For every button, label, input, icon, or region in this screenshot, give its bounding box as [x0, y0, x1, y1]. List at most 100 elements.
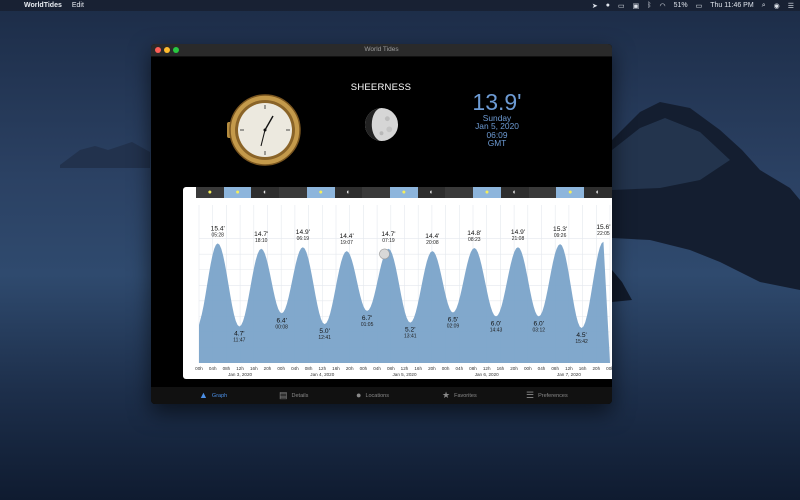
- hour-tick-label: 16h: [414, 366, 422, 371]
- graph-icon: ▲: [199, 390, 208, 400]
- low-tide-label: 5.2': [405, 327, 415, 334]
- high-tide-time: 18:10: [255, 238, 268, 244]
- hour-tick-label: 08h: [305, 366, 313, 371]
- title-bar[interactable]: World Tides: [151, 44, 612, 57]
- tab-label: Favorites: [454, 392, 477, 399]
- hour-tick-label: 08h: [469, 366, 477, 371]
- day-label: Jan 4, 2020: [310, 372, 334, 377]
- hour-tick-label: 12h: [401, 366, 409, 371]
- low-tide-label: 5.0': [319, 328, 329, 335]
- moon-phase-icon: [364, 107, 399, 142]
- edit-menu[interactable]: Edit: [72, 2, 84, 9]
- hour-tick-label: 08h: [551, 366, 559, 371]
- hour-tick-label: 00h: [360, 366, 368, 371]
- high-tide-label: 14.7': [254, 231, 268, 238]
- high-tide-time: 08:23: [468, 237, 481, 243]
- low-tide-label: 6.7': [362, 315, 372, 322]
- hour-tick-label: 16h: [250, 366, 258, 371]
- high-tide-time: 22:05: [597, 231, 610, 237]
- low-tide-label: 6.0': [534, 320, 544, 327]
- low-tide-label: 4.7': [234, 330, 244, 337]
- hour-tick-label: 08h: [387, 366, 395, 371]
- high-tide-label: 15.3': [553, 226, 567, 233]
- high-tide-time: 09:26: [554, 233, 567, 239]
- high-tide-label: 14.7': [381, 231, 395, 238]
- low-tide-time: 12:41: [318, 335, 331, 341]
- low-tide-time: 11:47: [233, 337, 245, 343]
- low-tide-time: 00:08: [275, 324, 288, 330]
- high-tide-time: 06:19: [297, 236, 310, 242]
- bluetooth-icon[interactable]: ᛒ: [647, 2, 651, 9]
- tab-favorites[interactable]: ★ Favorites: [442, 387, 477, 404]
- high-tide-label: 14.4': [425, 233, 439, 240]
- low-tide-time: 13:41: [404, 334, 417, 340]
- tab-details[interactable]: ▤ Details: [279, 387, 308, 404]
- hour-tick-label: 00h: [606, 366, 612, 371]
- low-tide-time: 02:09: [447, 323, 460, 329]
- battery-percent[interactable]: 51%: [674, 2, 688, 9]
- tab-label: Preferences: [538, 392, 568, 399]
- hour-tick-label: 20h: [510, 366, 518, 371]
- tab-label: Details: [291, 392, 309, 399]
- siri-icon[interactable]: ◉: [774, 2, 780, 10]
- high-tide-label: 14.9': [511, 229, 525, 236]
- hour-tick-label: 04h: [291, 366, 299, 371]
- display-icon[interactable]: ▣: [633, 2, 640, 10]
- high-tide-label: 14.4': [340, 233, 354, 240]
- hour-tick-label: 08h: [223, 366, 231, 371]
- high-tide-time: 19:07: [340, 240, 353, 246]
- low-tide-time: 14:43: [490, 327, 503, 333]
- wifi-icon[interactable]: ◠: [659, 2, 665, 10]
- menu-bar: WorldTides Edit ➤ ● ▭ ▣ ᛒ ◠ 51% ▭ Thu 11…: [0, 0, 800, 11]
- low-tide-label: 6.4': [276, 317, 286, 324]
- clock-icon: [227, 94, 301, 166]
- day-label: Jan 5, 2020: [392, 372, 416, 377]
- hour-tick-label: 20h: [346, 366, 354, 371]
- current-timezone: GMT: [487, 138, 507, 149]
- day-label: Jan 7, 2020: [557, 372, 581, 377]
- battery-icon[interactable]: ▭: [696, 2, 703, 10]
- tide-graph[interactable]: ● ● ◐ ● ◐ ● ◐ ● ◐ ● ◐ 15.4' 05:28 4.7' 11:47 14.7' 18:1…: [183, 187, 612, 379]
- app-status-icon[interactable]: ●: [606, 2, 610, 9]
- tab-locations[interactable]: ● Locations: [356, 387, 389, 404]
- tab-bar: ▲ Graph ▤ Details ● Locations ★ Favorite…: [151, 387, 612, 404]
- tab-label: Graph: [211, 392, 228, 399]
- low-tide-time: 03:12: [533, 327, 546, 333]
- low-tide-label: 6.0': [491, 320, 501, 327]
- high-tide-label: 14.8': [467, 230, 481, 237]
- document-icon: ▤: [279, 390, 288, 400]
- current-position-icon: [379, 248, 390, 260]
- list-icon: ☰: [526, 390, 535, 400]
- control-center-icon[interactable]: ☰: [788, 2, 794, 10]
- high-tide-label: 15.4': [211, 225, 225, 232]
- hour-tick-label: 00h: [442, 366, 450, 371]
- hour-tick-label: 20h: [592, 366, 600, 371]
- tide-chart[interactable]: 15.4'05:284.7'11:4714.7'18:106.4'00:0814…: [183, 187, 612, 379]
- hour-tick-label: 00h: [277, 366, 285, 371]
- hour-tick-label: 20h: [428, 366, 436, 371]
- airplay-icon[interactable]: ▭: [618, 2, 625, 10]
- location-icon[interactable]: ➤: [592, 2, 598, 10]
- high-tide-time: 05:28: [211, 232, 224, 238]
- day-label: Jan 3, 2020: [228, 372, 252, 377]
- hour-tick-label: 16h: [332, 366, 340, 371]
- search-icon[interactable]: ⌕: [762, 2, 766, 10]
- high-tide-label: 14.9': [296, 229, 310, 236]
- menu-clock[interactable]: Thu 11:46 PM: [710, 2, 753, 9]
- hour-tick-label: 00h: [195, 366, 203, 371]
- station-name: SHEERNESS: [350, 82, 412, 93]
- hour-tick-label: 16h: [497, 366, 505, 371]
- app-menu[interactable]: WorldTides: [24, 2, 62, 9]
- hour-tick-label: 04h: [209, 366, 217, 371]
- current-height: 13.9': [472, 89, 522, 115]
- current-datetime: Sunday Jan 5, 2020 06:09 GMT: [457, 114, 537, 148]
- hour-tick-label: 12h: [565, 366, 573, 371]
- hour-tick-label: 16h: [579, 366, 587, 371]
- low-tide-time: 01:05: [361, 322, 374, 328]
- globe-icon: ●: [356, 390, 362, 400]
- high-tide-label: 15.6': [596, 224, 610, 231]
- low-tide-label: 4.5': [576, 332, 586, 339]
- high-tide-time: 20:08: [426, 240, 439, 246]
- tab-preferences[interactable]: ☰ Preferences: [526, 387, 568, 404]
- tab-graph[interactable]: ▲ Graph: [199, 387, 227, 404]
